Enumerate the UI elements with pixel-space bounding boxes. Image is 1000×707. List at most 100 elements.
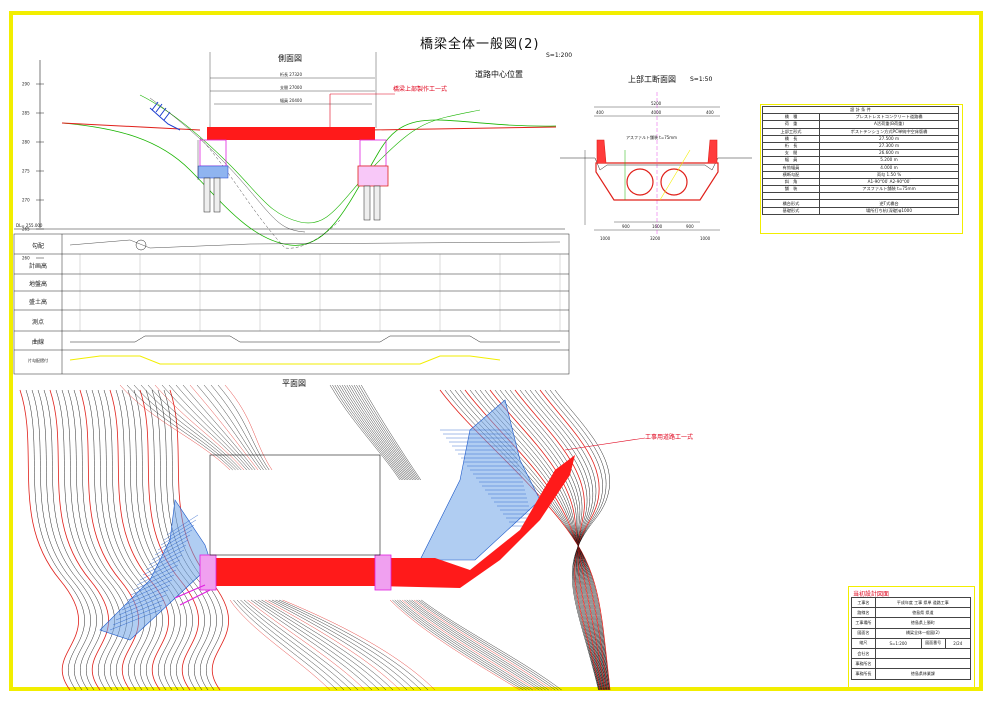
dimension-lines bbox=[209, 52, 377, 128]
spec-row: 舗 装アスファルト舗装 t=75mm bbox=[762, 185, 959, 194]
grade-break-marker bbox=[135, 239, 147, 251]
cs-dim-bottom: 3200 bbox=[650, 236, 661, 241]
cs-dim-bottom: 1000 bbox=[600, 236, 611, 241]
tb-key: 縮尺 bbox=[851, 637, 876, 649]
spec-value: 逆T式橋台 bbox=[819, 199, 959, 208]
spec-key bbox=[762, 192, 820, 201]
contour-line bbox=[140, 384, 239, 471]
contour-line bbox=[264, 599, 401, 691]
plan-bridge-deck bbox=[200, 558, 378, 586]
contour-line bbox=[344, 384, 410, 481]
spec-row: 橋 種プレストレストコンクリート道路橋 bbox=[762, 113, 959, 122]
spec-row: 横断勾配 両勾 1.50 % bbox=[762, 170, 959, 179]
contour-line bbox=[247, 599, 366, 691]
tb-value: 徳島県 県道 bbox=[874, 607, 972, 619]
contour-line bbox=[243, 599, 359, 691]
contour-line bbox=[49, 389, 109, 691]
elevation-label: 275 bbox=[22, 169, 30, 174]
contour-line bbox=[411, 599, 549, 691]
spec-header: 設 計 条 件 bbox=[762, 105, 959, 115]
tb-key: 事務所名 bbox=[851, 658, 876, 670]
elevation-label: 260 bbox=[22, 256, 30, 261]
title-block-row: 事務所名 bbox=[851, 658, 972, 670]
tb-value bbox=[874, 647, 972, 660]
contour-line bbox=[346, 384, 412, 481]
title-block-row: 事務所長 徳島県林業課 bbox=[851, 668, 972, 680]
row-station: 測点 bbox=[31, 319, 44, 326]
contour-line bbox=[233, 599, 338, 691]
spec-row: 幅 員 5.200 m bbox=[762, 156, 959, 165]
spec-key: 支 間 bbox=[762, 149, 820, 158]
title-block-row: 図面名 橋梁全体一般図(2) bbox=[851, 627, 972, 639]
superelevation-line bbox=[69, 355, 501, 365]
tb-key2: 図面番号 bbox=[920, 637, 946, 649]
contour-line bbox=[217, 384, 270, 471]
cs-dim-top: 400 bbox=[706, 110, 714, 115]
slope-line bbox=[139, 94, 481, 224]
spec-row: 橋 長 27.500 m bbox=[762, 134, 959, 143]
tb-key: 工事場所 bbox=[851, 617, 876, 629]
spec-value: 27.500 m bbox=[819, 134, 959, 143]
title-block-row: 路線名 徳島県 県道 bbox=[851, 607, 972, 619]
spec-row: 支 間 26.600 m bbox=[762, 149, 959, 158]
contour-line bbox=[361, 384, 421, 481]
spec-value: 4.000 m bbox=[819, 163, 959, 172]
row-fill-height: 盛土高 bbox=[28, 299, 47, 306]
title-block-row: 工事場所 徳島県上勝町 bbox=[851, 617, 972, 629]
contour-line bbox=[278, 599, 429, 691]
retaining-wall bbox=[149, 101, 181, 131]
title-block-row: 工事名 平成年度 工事 県単 道路工事 bbox=[851, 596, 972, 609]
profile-table bbox=[13, 233, 570, 375]
contour-line bbox=[109, 389, 169, 691]
spec-value: 26.600 m bbox=[819, 149, 959, 158]
tb-value: 平成年度 工事 県単 道路工事 bbox=[874, 596, 972, 609]
contour-line bbox=[416, 599, 556, 691]
contour-line bbox=[55, 389, 115, 691]
tb-value: 徳島県林業課 bbox=[874, 668, 972, 680]
cs-dim-mid: 1600 bbox=[652, 224, 663, 229]
tb-key: 事務所長 bbox=[851, 668, 876, 680]
contour-line bbox=[25, 389, 85, 691]
elevation-label: 285 bbox=[22, 111, 30, 116]
tb-value2: 2/24 bbox=[944, 637, 972, 649]
elevation-label: 290 bbox=[22, 82, 30, 87]
title-block-table: 工事名 平成年度 工事 県単 道路工事 路線名 徳島県 県道 工事場所 徳島県上勝町 図面名… bbox=[851, 596, 972, 680]
spec-key: 有効幅員 bbox=[762, 163, 820, 172]
row-plan-height: 計画高 bbox=[28, 263, 47, 270]
contour-line bbox=[115, 389, 175, 691]
spec-row: 上部工形式 ポストテンション方式PC単純中空床版橋 bbox=[762, 127, 959, 136]
contour-line bbox=[189, 384, 259, 471]
contour-line bbox=[351, 384, 415, 481]
tb-value bbox=[874, 658, 972, 670]
spec-key: 橋台形式 bbox=[762, 199, 820, 208]
spec-value bbox=[819, 192, 959, 201]
contour-line bbox=[133, 384, 236, 471]
tb-key: 路線名 bbox=[851, 607, 876, 619]
slope-line-2 bbox=[149, 97, 306, 233]
tb-key: 図面名 bbox=[851, 627, 876, 639]
contour-line bbox=[147, 384, 242, 471]
dim-span: 支間 27000 bbox=[280, 84, 302, 90]
tb-value: S=1:200 bbox=[874, 637, 922, 649]
contour-line bbox=[254, 599, 380, 691]
spec-row: 斜 角 A1-90°00′ A2-90°00′ bbox=[762, 177, 959, 187]
spec-value: A活荷重(B荷重) bbox=[819, 120, 959, 129]
contour-line bbox=[103, 389, 163, 691]
plan-abutment-a2 bbox=[374, 554, 392, 591]
contour-line bbox=[401, 599, 537, 691]
contour-line bbox=[404, 599, 540, 691]
spec-value: A1-90°00′ A2-90°00′ bbox=[819, 177, 959, 187]
contour-line bbox=[31, 389, 91, 691]
contour-line bbox=[43, 389, 103, 691]
excavation-line bbox=[199, 137, 341, 249]
contour-line bbox=[154, 384, 245, 471]
contour-line bbox=[203, 384, 264, 471]
tb-key: 工事名 bbox=[851, 596, 876, 609]
spec-value: 5.200 m bbox=[819, 156, 959, 165]
spec-key: 幅 員 bbox=[762, 156, 820, 165]
asphalt-label: アスファルト舗装 t=75mm bbox=[626, 134, 677, 140]
cs-dim-mid: 900 bbox=[622, 224, 630, 229]
cs-dim-top: 4000 bbox=[651, 110, 662, 115]
tb-value: 橋梁全体一般図(2) bbox=[874, 627, 972, 639]
spec-row: 橋台形式 逆T式橋台 bbox=[762, 199, 959, 208]
